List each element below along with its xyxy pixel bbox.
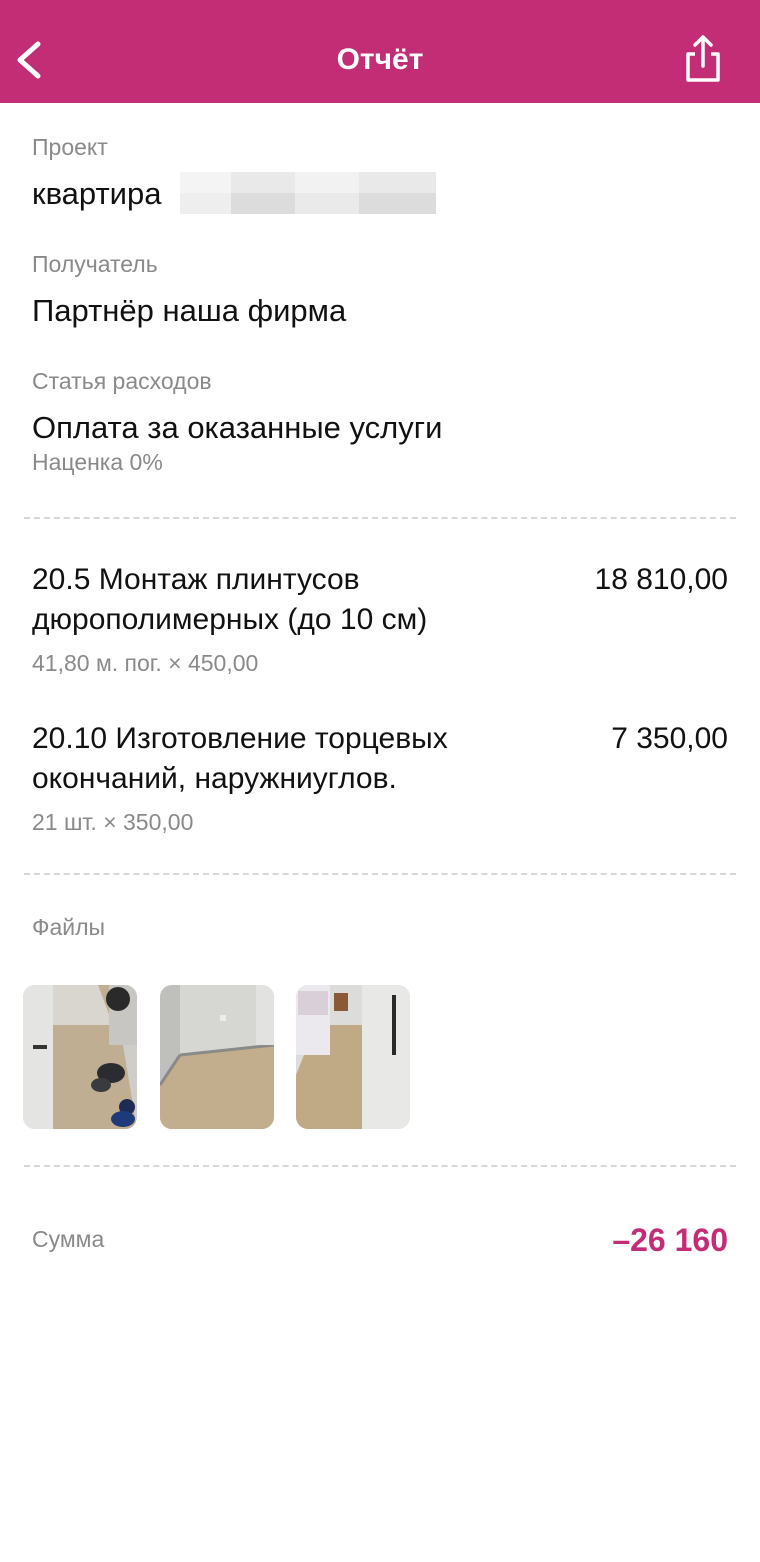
item-amount: 18 810,00 (594, 563, 728, 596)
markup-text: Наценка 0% (32, 449, 163, 475)
project-label: Проект (32, 134, 108, 160)
file-thumbnail-1[interactable] (23, 985, 137, 1129)
file-thumbnail-2[interactable] (160, 985, 274, 1129)
project-value: квартира (32, 176, 162, 211)
divider (24, 517, 736, 519)
item-amount: 7 350,00 (611, 722, 728, 755)
file-thumbnail-3[interactable] (296, 985, 410, 1129)
expense-value: Оплата за оказанные услуги (32, 410, 443, 445)
share-button[interactable] (680, 32, 726, 88)
divider (24, 873, 736, 875)
divider (24, 1165, 736, 1167)
recipient-value: Партнёр наша фирма (32, 293, 347, 328)
redacted-project-name (180, 172, 436, 214)
sum-value: –26 160 (612, 1222, 728, 1258)
item-name: 20.5 Монтаж плинтусов дюрополимерных (до… (32, 563, 428, 636)
page-title: Отчёт (336, 43, 424, 76)
top-bar: Отчёт (0, 0, 760, 103)
share-icon (686, 35, 720, 82)
item-calc: 21 шт. × 350,00 (32, 809, 194, 835)
expense-label: Статья расходов (32, 368, 212, 394)
item-calc: 41,80 м. пог. × 450,00 (32, 650, 259, 676)
sum-label: Сумма (32, 1226, 105, 1252)
item-name: 20.10 Изготовление торцевых окончаний, н… (32, 722, 448, 795)
files-label: Файлы (32, 914, 106, 940)
recipient-label: Получатель (32, 251, 158, 277)
